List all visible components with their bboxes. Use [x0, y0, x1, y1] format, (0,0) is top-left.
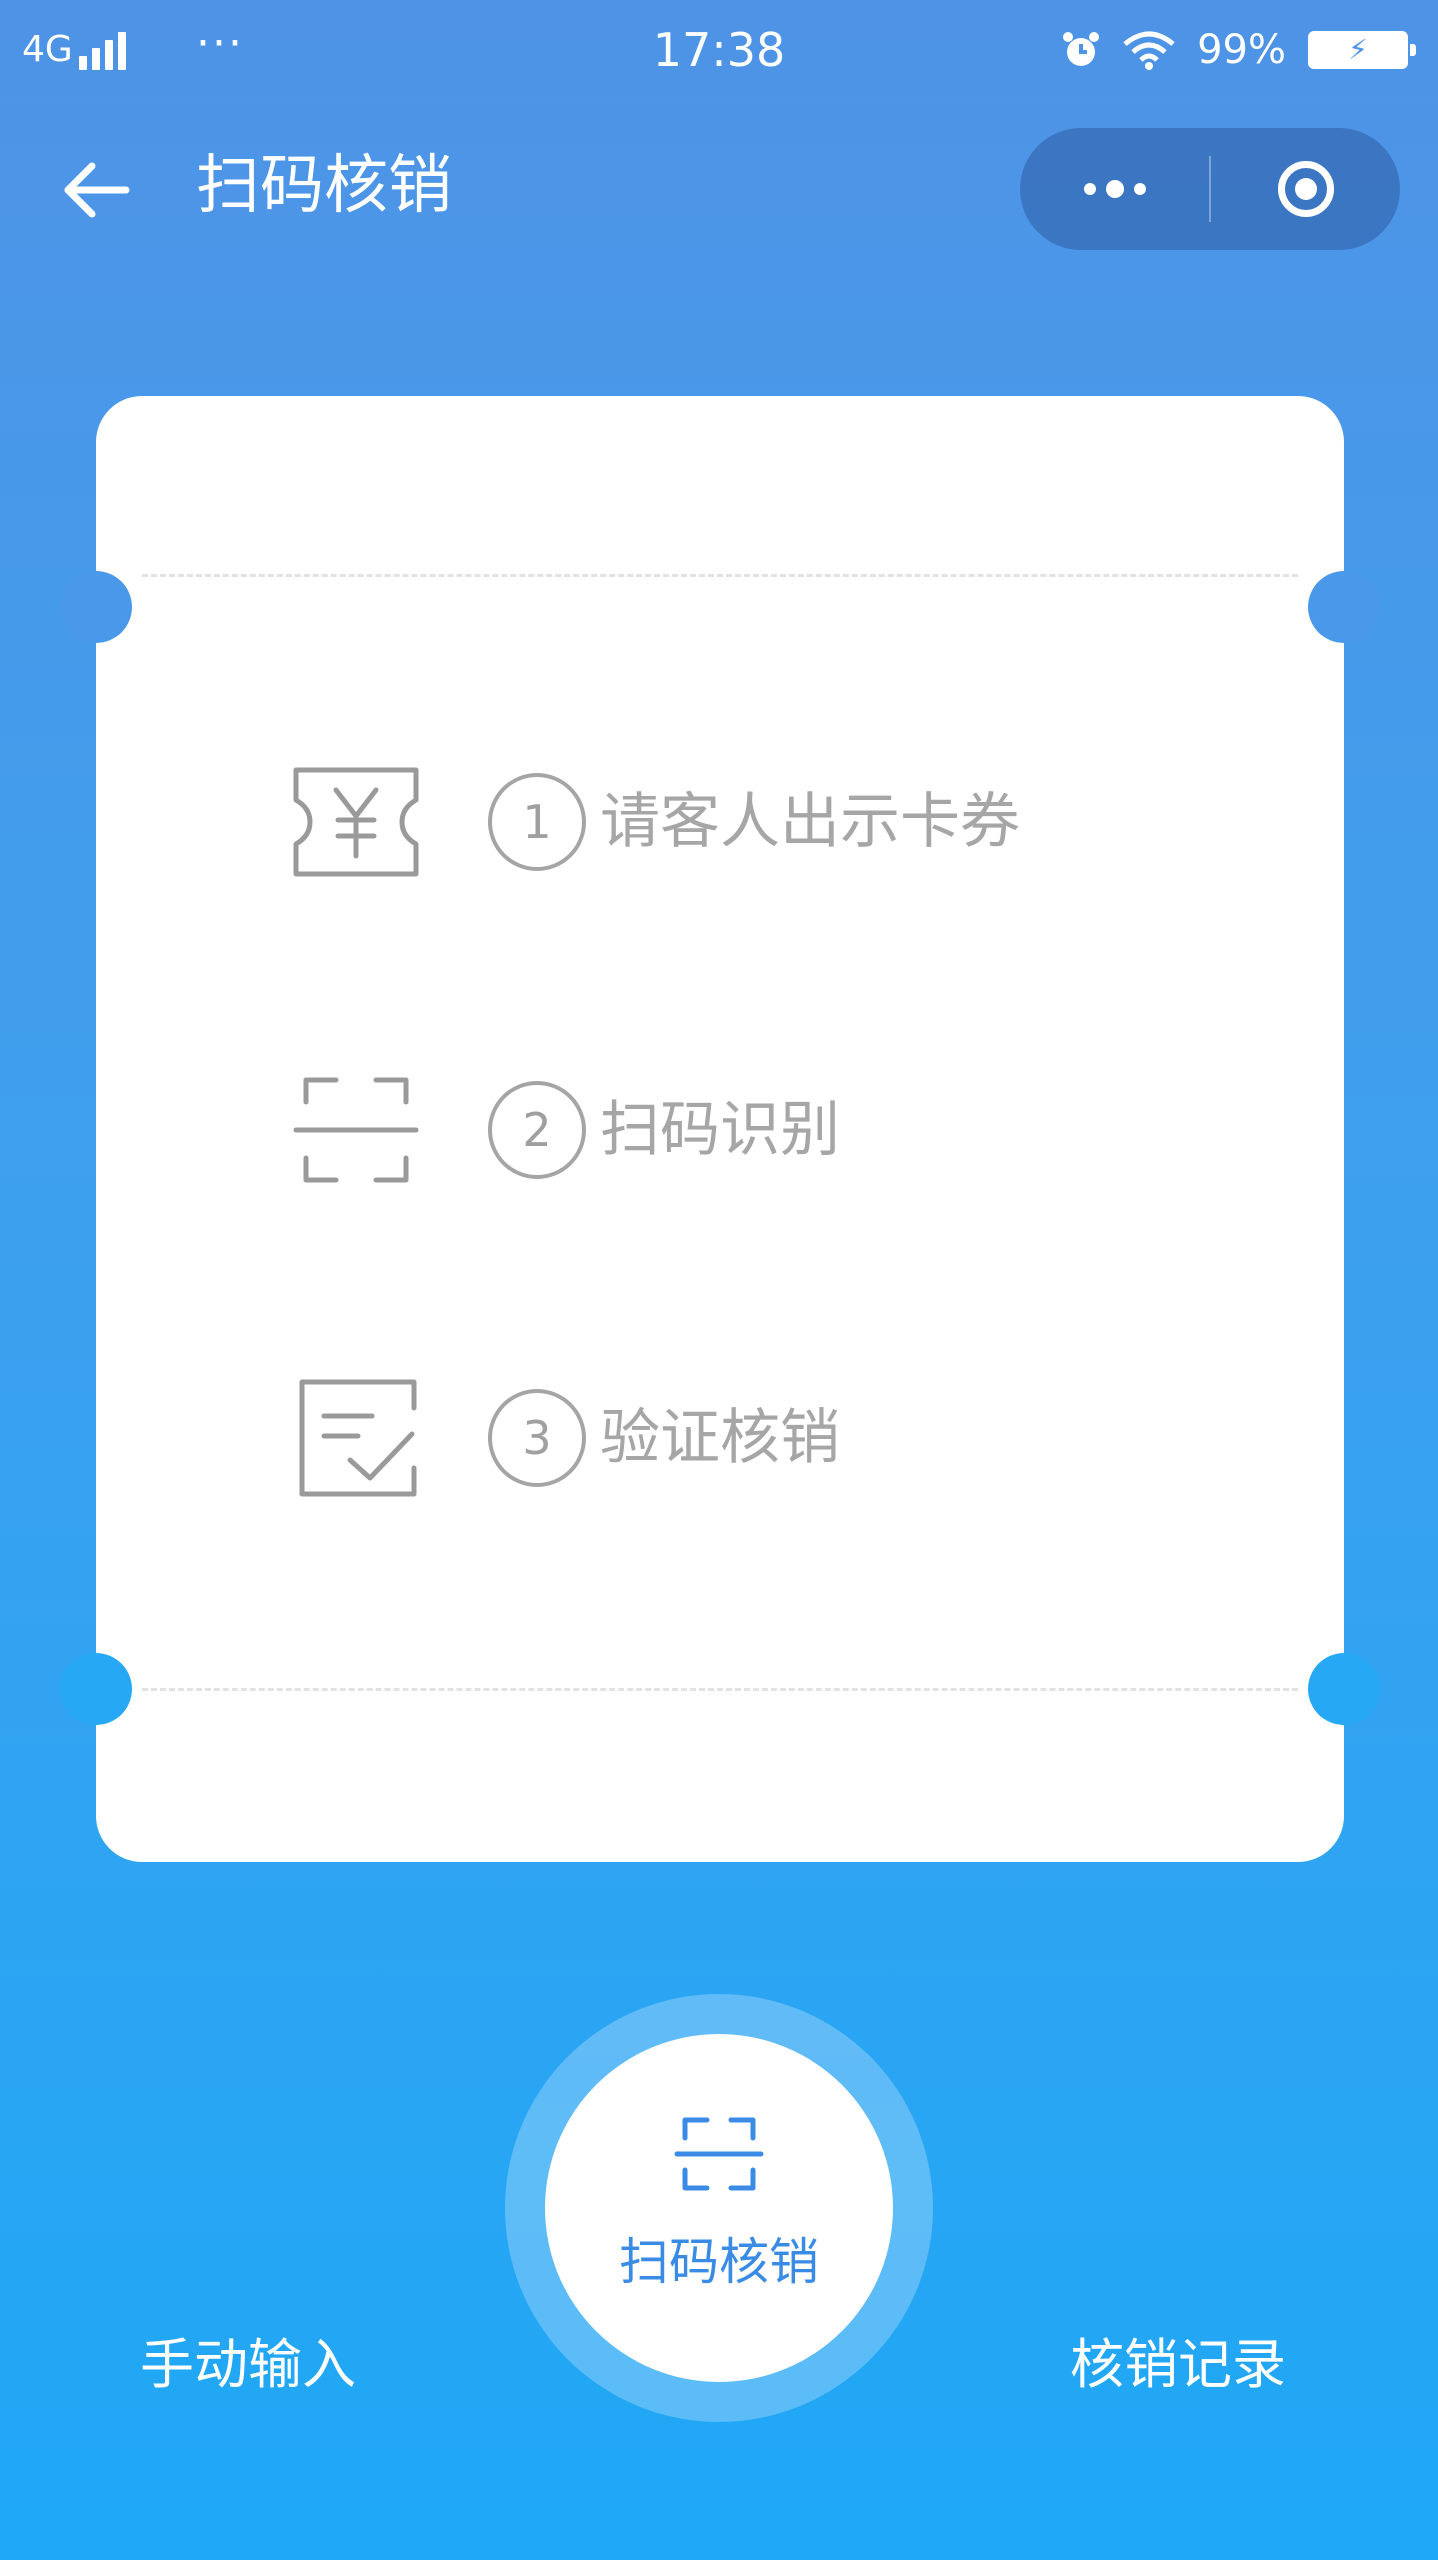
verify-check-icon	[299, 1379, 417, 1497]
target-circle-icon	[1277, 161, 1334, 217]
manual-input-button[interactable]: 手动输入	[140, 2330, 356, 2400]
close-mini-program-button[interactable]	[1211, 128, 1400, 250]
step-number: 3	[488, 1389, 586, 1487]
mini-program-capsule	[1020, 128, 1400, 250]
back-button[interactable]	[56, 150, 136, 230]
scan-frame-icon	[293, 1077, 419, 1183]
battery-icon: ⚡	[1308, 31, 1416, 69]
status-bar: 4G ··· 17:38 99% ⚡	[0, 0, 1438, 100]
more-button[interactable]	[1020, 128, 1209, 250]
step-label: 扫码识别	[600, 1095, 840, 1165]
yen-ticket-icon	[293, 767, 419, 877]
ticket-notch	[1308, 1653, 1380, 1725]
step-label: 验证核销	[600, 1403, 840, 1473]
navigation-bar: 扫码核销	[0, 110, 1438, 260]
scan-frame-icon	[674, 2117, 764, 2191]
instruction-card: 1 请客人出示卡券 2 扫码识别 3 验证核销	[60, 396, 1380, 1862]
wifi-icon	[1123, 31, 1175, 70]
ticket-notch	[60, 1653, 132, 1725]
step-verify: 3 验证核销	[286, 1368, 840, 1508]
scan-button-label: 扫码核销	[619, 2233, 819, 2291]
step-number: 2	[488, 1081, 586, 1179]
dashed-divider	[142, 574, 1298, 577]
ticket-notch	[60, 571, 132, 643]
more-dots-icon	[1083, 180, 1146, 198]
page-title: 扫码核销	[196, 149, 452, 223]
ticket-notch	[1308, 571, 1380, 643]
step-number: 1	[488, 773, 586, 871]
step-show-coupon: 1 请客人出示卡券	[286, 752, 1020, 892]
alarm-icon	[1063, 32, 1100, 66]
step-scan-code: 2 扫码识别	[286, 1060, 840, 1200]
status-right-group: 99% ⚡	[1061, 22, 1416, 78]
dashed-divider	[142, 1688, 1298, 1691]
arrow-left-icon	[64, 162, 130, 218]
verify-records-button[interactable]: 核销记录	[1070, 2330, 1286, 2400]
scan-verify-button[interactable]: 扫码核销	[545, 2034, 893, 2382]
step-label: 请客人出示卡券	[600, 787, 1020, 857]
battery-percent: 99%	[1197, 27, 1286, 73]
